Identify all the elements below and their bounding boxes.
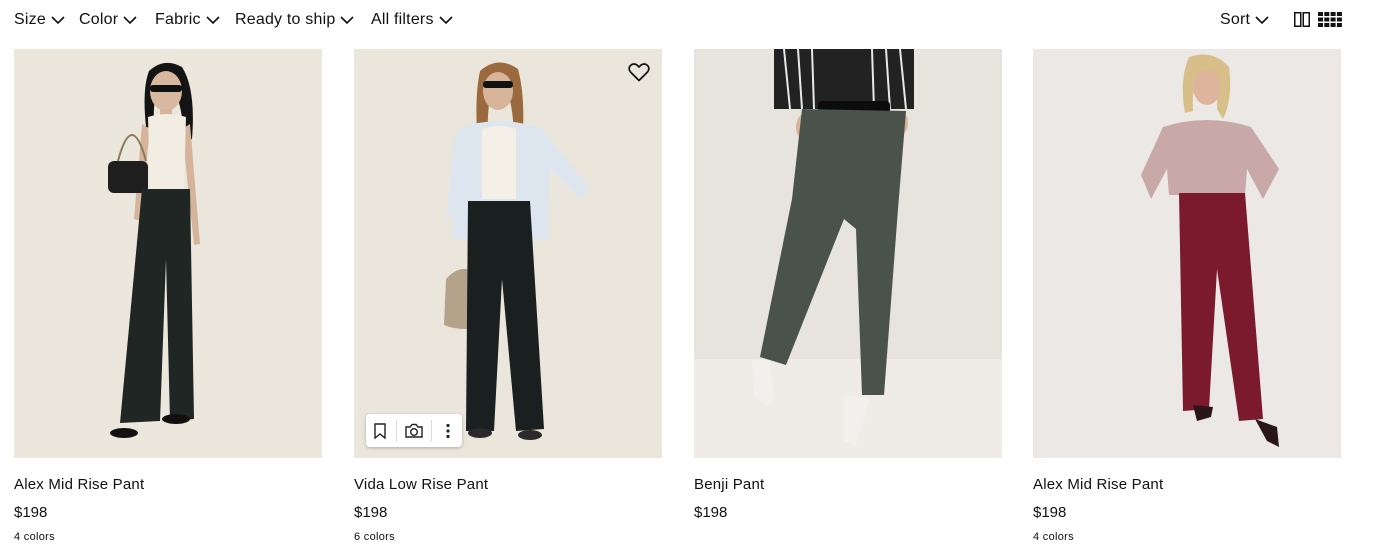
product-price: $198 bbox=[354, 504, 388, 521]
product-image[interactable] bbox=[1033, 49, 1341, 458]
product-color-count[interactable]: 4 colors bbox=[14, 531, 55, 543]
product-card[interactable]: Alex Mid Rise Pant $198 4 colors bbox=[14, 49, 322, 543]
product-price: $198 bbox=[694, 504, 728, 521]
chevron-down-icon bbox=[206, 15, 220, 24]
camera-search-icon bbox=[405, 423, 423, 438]
product-photo bbox=[1033, 49, 1341, 458]
product-image[interactable] bbox=[694, 49, 1002, 458]
all-filters-label: All filters bbox=[371, 11, 434, 28]
product-card[interactable]: Alex Mid Rise Pant $198 4 colors bbox=[1033, 49, 1341, 543]
product-image[interactable] bbox=[354, 49, 662, 458]
size-filter[interactable]: Size bbox=[14, 9, 65, 31]
two-column-view-button[interactable] bbox=[1294, 12, 1310, 27]
ready-to-ship-filter[interactable]: Ready to ship bbox=[235, 9, 355, 31]
fabric-filter-label: Fabric bbox=[155, 11, 201, 28]
color-filter[interactable]: Color bbox=[79, 9, 137, 31]
two-column-grid-icon bbox=[1294, 12, 1310, 27]
all-filters-button[interactable]: All filters bbox=[371, 9, 453, 31]
size-filter-label: Size bbox=[14, 11, 46, 28]
color-filter-label: Color bbox=[79, 11, 119, 28]
chevron-down-icon bbox=[340, 15, 355, 24]
bookmark-icon bbox=[374, 422, 386, 439]
more-options-button[interactable] bbox=[437, 420, 459, 442]
product-photo bbox=[14, 49, 322, 458]
sort-label: Sort bbox=[1220, 11, 1251, 28]
divider bbox=[396, 419, 398, 442]
ready-to-ship-filter-label: Ready to ship bbox=[235, 11, 336, 28]
product-price: $198 bbox=[14, 504, 48, 521]
product-card[interactable]: Benji Pant $198 bbox=[694, 49, 1002, 521]
product-color-count[interactable]: 6 colors bbox=[354, 531, 395, 543]
chevron-down-icon bbox=[1255, 15, 1269, 24]
filter-bar: Size Color Fabric Ready to ship All filt… bbox=[0, 0, 1373, 40]
product-photo bbox=[694, 49, 1002, 458]
heart-icon[interactable] bbox=[628, 62, 650, 82]
sort-dropdown[interactable]: Sort bbox=[1220, 9, 1269, 31]
fabric-filter[interactable]: Fabric bbox=[155, 9, 220, 31]
product-name[interactable]: Vida Low Rise Pant bbox=[354, 476, 488, 493]
chevron-down-icon bbox=[51, 15, 65, 24]
save-to-list-button[interactable] bbox=[369, 420, 391, 442]
quick-actions-bar bbox=[366, 414, 462, 447]
product-name[interactable]: Alex Mid Rise Pant bbox=[1033, 476, 1163, 493]
four-column-view-button[interactable] bbox=[1318, 12, 1342, 27]
product-name[interactable]: Alex Mid Rise Pant bbox=[14, 476, 144, 493]
chevron-down-icon bbox=[123, 15, 137, 24]
more-vertical-icon bbox=[446, 423, 450, 438]
product-image[interactable] bbox=[14, 49, 322, 458]
product-card[interactable]: Vida Low Rise Pant $198 6 colors bbox=[354, 49, 662, 543]
product-price: $198 bbox=[1033, 504, 1067, 521]
visual-search-button[interactable] bbox=[403, 420, 425, 442]
product-name[interactable]: Benji Pant bbox=[694, 476, 764, 493]
product-photo bbox=[354, 49, 662, 458]
product-color-count[interactable]: 4 colors bbox=[1033, 531, 1074, 543]
chevron-down-icon bbox=[439, 15, 453, 24]
four-column-grid-icon bbox=[1318, 12, 1342, 27]
divider bbox=[430, 419, 432, 442]
product-grid: Alex Mid Rise Pant $198 4 colors Vida Lo… bbox=[0, 49, 1373, 555]
